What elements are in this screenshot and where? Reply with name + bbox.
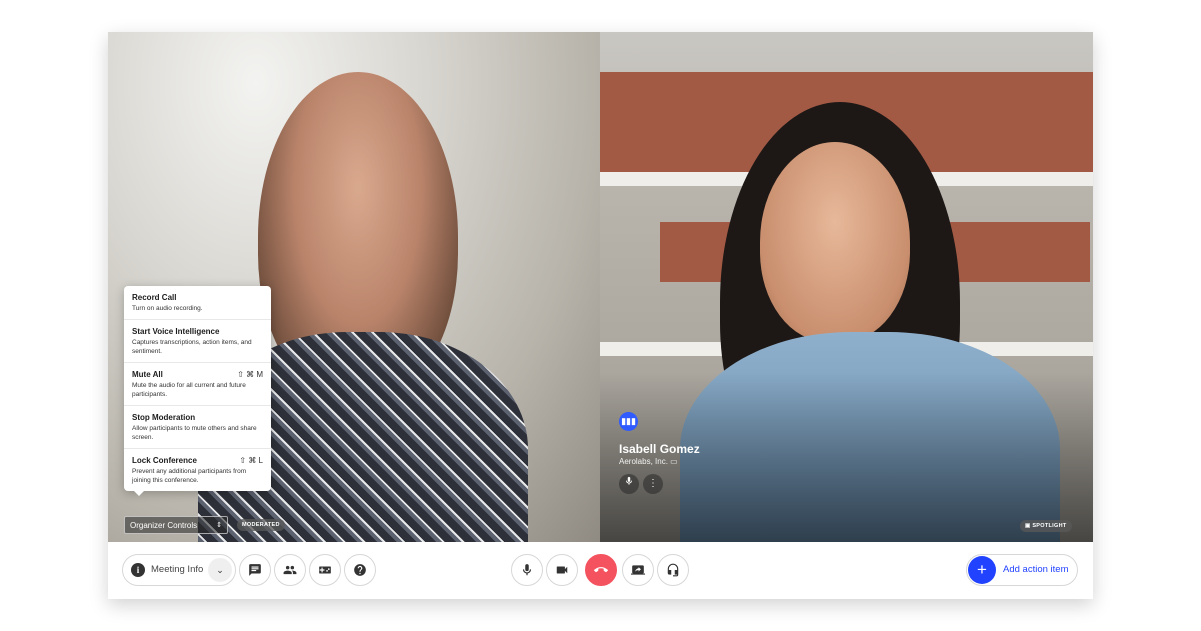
people-icon: [283, 565, 297, 575]
menu-item-desc: Turn on audio recording.: [132, 305, 203, 312]
hang-up-button[interactable]: [585, 554, 617, 586]
menu-item-title: Record Call: [132, 293, 177, 302]
organizer-controls-select[interactable]: Organizer Controls ⇕: [124, 516, 228, 534]
phone-hangup-icon: [594, 567, 608, 573]
participant-video-left: Record Call Turn on audio recording. Sta…: [108, 32, 600, 542]
menu-item-title: Stop Moderation: [132, 413, 196, 422]
menu-item-lock-conference[interactable]: Lock Conference ⇧ ⌘ L Prevent any additi…: [124, 449, 271, 491]
menu-item-desc: Allow participants to mute others and sh…: [132, 425, 257, 441]
virtual-background-button[interactable]: [309, 554, 341, 586]
gamepad-icon: [319, 566, 331, 574]
select-arrows-icon: ⇕: [216, 522, 222, 529]
participant-name: Isabell Gomez: [619, 442, 700, 456]
participant-more-button[interactable]: ⋮: [643, 474, 663, 494]
video-camera-icon: [556, 566, 568, 574]
spotlight-label: SPOTLIGHT: [1032, 523, 1067, 529]
keyboard-shortcut: ⇧ ⌘ M: [237, 370, 263, 379]
microphone-icon: [522, 564, 532, 576]
spotlight-badge[interactable]: ▣ SPOTLIGHT: [1020, 520, 1072, 532]
meeting-info-label: Meeting Info: [151, 564, 204, 575]
microphone-button[interactable]: [511, 554, 543, 586]
participant-mic-button[interactable]: [619, 474, 639, 494]
info-icon: i: [131, 563, 145, 577]
audio-settings-button[interactable]: [657, 554, 689, 586]
laptop-icon: ▭: [670, 457, 678, 466]
menu-item-desc: Captures transcriptions, action items, a…: [132, 339, 252, 355]
menu-item-desc: Mute the audio for all current and futur…: [132, 382, 246, 398]
add-action-item-label: Add action item: [1003, 564, 1069, 575]
menu-item-record-call[interactable]: Record Call Turn on audio recording.: [124, 286, 271, 320]
keyboard-shortcut: ⇧ ⌘ L: [239, 456, 263, 465]
organizer-controls-label: Organizer Controls: [130, 521, 198, 530]
microphone-icon: [626, 476, 632, 485]
chat-icon: [249, 564, 261, 576]
participant-org: Aerolabs, Inc. ▭: [619, 457, 678, 466]
participant-face-right: [760, 142, 910, 342]
more-vertical-icon: ⋮: [648, 478, 658, 489]
speaking-indicator-icon: ▮▮▮: [619, 412, 638, 431]
participants-button[interactable]: [274, 554, 306, 586]
share-screen-button[interactable]: [622, 554, 654, 586]
plus-icon: +: [968, 556, 996, 584]
menu-item-voice-intelligence[interactable]: Start Voice Intelligence Captures transc…: [124, 320, 271, 363]
chevron-down-icon[interactable]: ⌄: [208, 558, 232, 582]
call-toolbar: i Meeting Info ⌄ + Add action item: [108, 542, 1093, 599]
organizer-controls-menu: Record Call Turn on audio recording. Sta…: [124, 286, 271, 496]
participant-org-label: Aerolabs, Inc.: [619, 457, 668, 466]
menu-item-desc: Prevent any additional participants from…: [132, 468, 247, 484]
screen-share-icon: [631, 565, 645, 575]
menu-item-stop-moderation[interactable]: Stop Moderation Allow participants to mu…: [124, 406, 271, 449]
spotlight-icon: ▣: [1025, 523, 1031, 529]
participant-video-right: ▮▮▮ Isabell Gomez Aerolabs, Inc. ▭ ⋮ ▣ S…: [600, 32, 1093, 542]
meeting-info-button[interactable]: i Meeting Info ⌄: [122, 554, 236, 586]
chat-button[interactable]: [239, 554, 271, 586]
add-action-item-button[interactable]: + Add action item: [966, 554, 1078, 586]
headphones-icon: [667, 563, 679, 577]
moderated-badge: MODERATED: [237, 519, 285, 531]
menu-item-mute-all[interactable]: Mute All ⇧ ⌘ M Mute the audio for all cu…: [124, 363, 271, 406]
camera-button[interactable]: [546, 554, 578, 586]
help-button[interactable]: [344, 554, 376, 586]
help-icon: [354, 564, 366, 576]
video-call-window: Record Call Turn on audio recording. Sta…: [108, 32, 1093, 599]
menu-item-title: Start Voice Intelligence: [132, 327, 220, 336]
